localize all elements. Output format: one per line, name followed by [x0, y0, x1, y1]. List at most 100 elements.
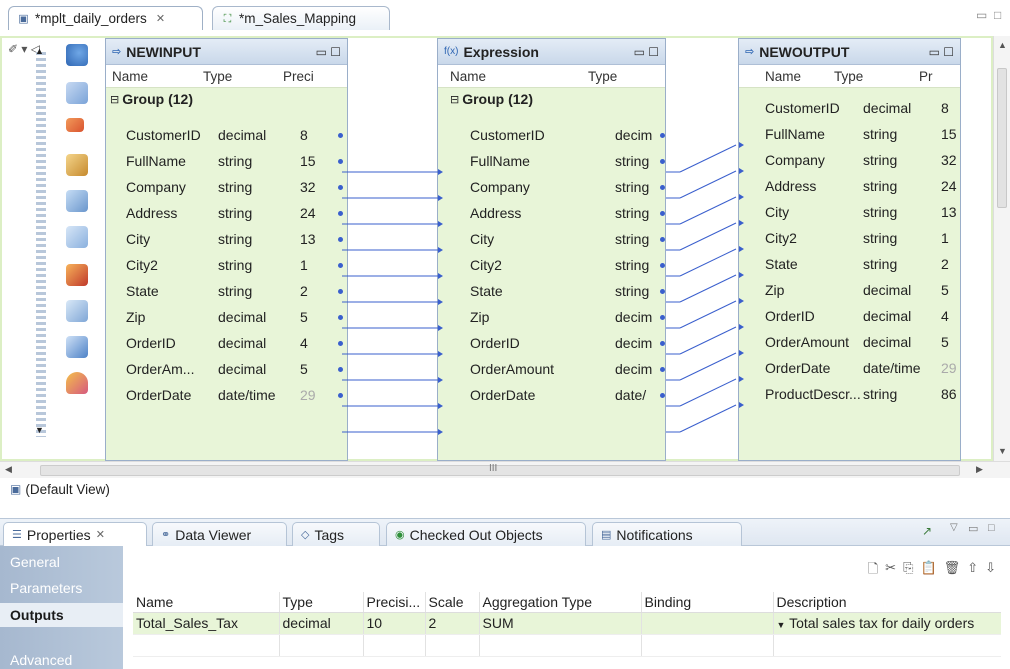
scroll-down-icon[interactable]: ▼ [998, 446, 1007, 456]
output-port[interactable] [338, 237, 343, 242]
field-row[interactable]: ProductDescr... string 86 [765, 381, 961, 407]
close-icon[interactable]: ✕ [96, 528, 105, 541]
field-row[interactable]: CustomerID decim [470, 122, 652, 148]
header-precision[interactable]: Precisi... [363, 592, 426, 613]
output-port[interactable] [660, 315, 665, 320]
normalizer-icon[interactable] [66, 300, 88, 322]
field-row[interactable]: OrderDate date/time 29 [765, 355, 961, 381]
newinput-header[interactable]: ⇨ NEWINPUT ▭ ☐ [106, 39, 347, 65]
default-view-tab[interactable]: ▣ (Default View) [0, 478, 110, 500]
new-icon[interactable]: 🗋 [868, 560, 878, 582]
field-row[interactable]: Address string [470, 200, 652, 226]
sorter-icon[interactable] [66, 226, 88, 248]
horizontal-scroll-thumb[interactable]: III [40, 463, 960, 476]
close-icon[interactable]: ✕ [156, 12, 165, 25]
header-binding[interactable]: Binding [641, 592, 774, 613]
output-port[interactable] [338, 315, 343, 320]
field-row[interactable]: City string 13 [765, 199, 961, 225]
minimize-icon[interactable]: ▭ [968, 522, 978, 535]
field-row[interactable]: Address string 24 [126, 200, 335, 226]
output-port[interactable] [660, 341, 665, 346]
output-port[interactable] [338, 159, 343, 164]
field-row[interactable]: CustomerID decimal 8 [765, 95, 961, 121]
scroll-down-icon[interactable]: ▼ [35, 425, 44, 435]
output-port[interactable] [660, 133, 665, 138]
nav-advanced[interactable]: Advanced [10, 652, 72, 668]
field-row[interactable]: Company string 32 [765, 147, 961, 173]
chevron-down-icon[interactable]: ▽ [950, 522, 958, 533]
output-port[interactable] [660, 159, 665, 164]
cell-binding[interactable] [641, 612, 774, 635]
field-row[interactable]: OrderID decimal 4 [765, 303, 961, 329]
expression-header[interactable]: f(x) Expression ▭ ☐ [438, 39, 665, 65]
group-row[interactable]: ⊟ Group (12) [106, 88, 347, 110]
group-row[interactable]: ⊟ Group (12) [438, 88, 665, 110]
output-port[interactable] [338, 393, 343, 398]
nav-parameters[interactable]: Parameters [10, 580, 82, 596]
field-row[interactable]: Zip decimal 5 [126, 304, 335, 330]
expand-icon[interactable]: ▼ [777, 620, 786, 630]
output-port[interactable] [660, 237, 665, 242]
field-row[interactable]: City2 string 1 [765, 225, 961, 251]
paste-icon[interactable]: 📋 [920, 560, 936, 582]
field-row[interactable]: Zip decimal 5 [765, 277, 961, 303]
select-tool-icon[interactable]: ✐ [8, 42, 18, 56]
field-row[interactable]: OrderDate date/ [470, 382, 652, 408]
output-port[interactable] [660, 367, 665, 372]
expression-transformation[interactable]: f(x) Expression ▭ ☐ Name Type ⊟ Group (1… [437, 38, 666, 461]
collapse-group-icon[interactable]: ⊟ [450, 93, 459, 106]
header-type[interactable]: Type [279, 592, 364, 613]
lookup-icon[interactable] [66, 82, 88, 104]
cell-precision[interactable]: 10 [363, 612, 426, 635]
router-icon[interactable] [66, 190, 88, 212]
output-port[interactable] [338, 367, 343, 372]
window-controls[interactable]: ▭ ☐ [929, 45, 954, 59]
copy-icon[interactable]: ⎘ [903, 560, 913, 582]
canvas-horizontal-scrollbar[interactable]: ◀ III ▶ [0, 461, 1010, 478]
expression-icon[interactable] [66, 336, 88, 358]
output-port[interactable] [338, 341, 343, 346]
newoutput-header[interactable]: ⇨ NEWOUTPUT ▭ ☐ [739, 39, 960, 65]
delete-icon[interactable]: 🗑 [944, 560, 961, 582]
field-row[interactable]: Address string 24 [765, 173, 961, 199]
scroll-up-icon[interactable]: ▲ [998, 40, 1007, 50]
field-row[interactable]: OrderID decimal 4 [126, 330, 335, 356]
tab-data-viewer[interactable]: ⚭ Data Viewer [152, 522, 287, 546]
field-row[interactable]: Zip decim [470, 304, 652, 330]
table-row[interactable]: Total_Sales_Tax decimal 10 2 SUM ▼ Total… [133, 612, 1001, 635]
field-row[interactable]: State string [470, 278, 652, 304]
nav-outputs[interactable]: Outputs [0, 603, 123, 627]
joiner-icon[interactable] [66, 154, 88, 176]
move-up-icon[interactable]: ⇧ [967, 560, 978, 582]
scroll-left-icon[interactable]: ◀ [5, 464, 12, 475]
window-controls[interactable]: ▭ ☐ [634, 45, 659, 59]
field-row[interactable]: OrderAm... decimal 5 [126, 356, 335, 382]
field-row[interactable]: OrderDate date/time 29 [126, 382, 335, 408]
field-row[interactable]: FullName string 15 [126, 148, 335, 174]
collapse-group-icon[interactable]: ⊟ [110, 93, 119, 106]
rank-icon[interactable] [66, 264, 88, 286]
field-row[interactable]: OrderID decim [470, 330, 652, 356]
newoutput-transformation[interactable]: ⇨ NEWOUTPUT ▭ ☐ Name Type Pr CustomerID d… [738, 38, 961, 461]
output-port[interactable] [660, 289, 665, 294]
field-row[interactable]: State string 2 [765, 251, 961, 277]
cell-name[interactable]: Total_Sales_Tax [133, 612, 280, 635]
newinput-transformation[interactable]: ⇨ NEWINPUT ▭ ☐ Name Type Preci ⊟ Group (… [105, 38, 348, 461]
filter-icon[interactable] [66, 118, 84, 132]
scroll-right-icon[interactable]: ▶ [976, 464, 983, 475]
tab-notifications[interactable]: ▤ Notifications [592, 522, 742, 546]
view-menu-icon[interactable]: ↗ [922, 524, 932, 538]
field-row[interactable]: City2 string [470, 252, 652, 278]
tab-mplt-daily-orders[interactable]: ▣ *mplt_daily_orders ✕ [8, 6, 203, 30]
field-row[interactable]: State string 2 [126, 278, 335, 304]
union-icon[interactable] [66, 372, 88, 394]
vertical-scroll-thumb[interactable] [997, 68, 1007, 208]
field-row[interactable]: FullName string [470, 148, 652, 174]
cell-description[interactable]: ▼ Total sales tax for daily orders [773, 612, 1001, 635]
field-row[interactable]: OrderAmount decim [470, 356, 652, 382]
maximize-icon[interactable]: □ [988, 522, 995, 534]
output-port[interactable] [660, 263, 665, 268]
field-row[interactable]: CustomerID decimal 8 [126, 122, 335, 148]
cut-icon[interactable]: ✂ [885, 560, 896, 582]
output-port[interactable] [338, 185, 343, 190]
